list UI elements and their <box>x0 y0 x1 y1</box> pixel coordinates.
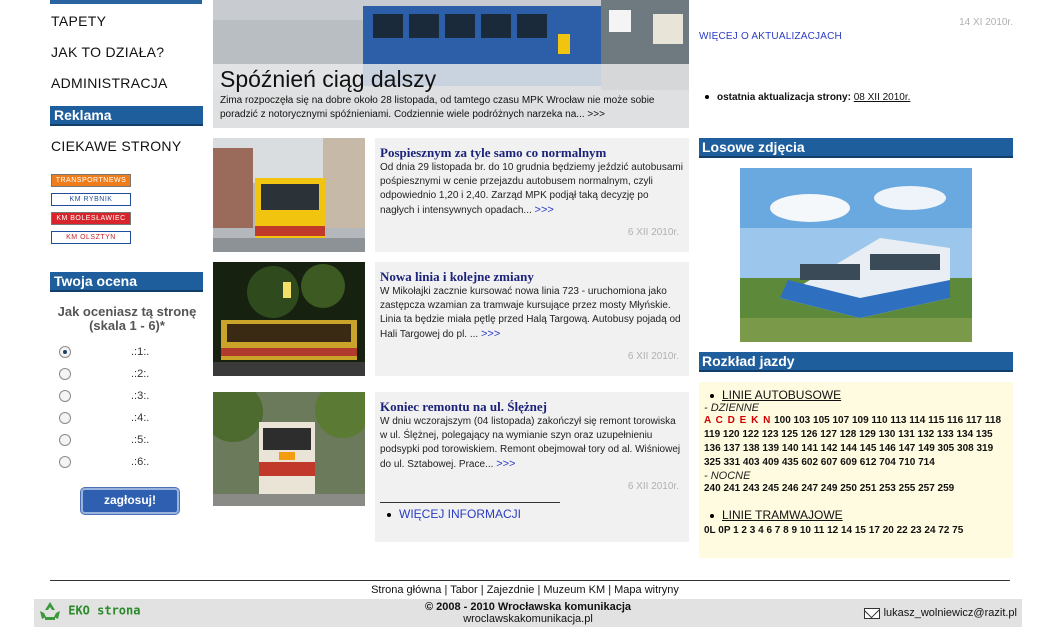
photo-tram-street <box>213 392 365 506</box>
top-accent-bar <box>50 0 202 4</box>
update-date: 14 XI 2010r. <box>959 17 1013 28</box>
news-date: 6 XII 2010r. <box>627 351 679 362</box>
rating-question: Jak oceniasz tą stronę (skala 1 - 6)* <box>57 304 197 333</box>
footer-link-muzeum[interactable]: Muzeum KM <box>543 584 605 596</box>
more-info-box: WIĘCEJ INFORMACJI <box>375 500 689 542</box>
photo-modern-tram <box>740 168 972 342</box>
rating-option-2[interactable]: .:2:. <box>59 368 199 382</box>
bullet-icon <box>387 512 391 517</box>
rating-option-1[interactable]: .:1:. <box>59 346 199 360</box>
more-info-item: WIĘCEJ INFORMACJI <box>387 507 521 521</box>
footer-divider <box>50 580 1010 581</box>
timetable-box: LINIE AUTOBUSOWE - DZIENNE A C D E K N 1… <box>699 382 1013 558</box>
radio-button[interactable] <box>59 456 71 468</box>
news-thumbnail[interactable] <box>213 138 365 252</box>
contact-email[interactable]: lukasz_wolniewicz@razit.pl <box>863 607 1017 619</box>
footer-nav: Strona główna | Tabor | Zajezdnie | Muze… <box>371 584 679 596</box>
menu-item-administracja[interactable]: ADMINISTRACJA <box>51 75 168 91</box>
envelope-icon <box>863 607 880 619</box>
hero-title[interactable]: Spóźnień ciąg dalszy <box>220 64 682 94</box>
footer-link-tabor[interactable]: Tabor <box>450 584 478 596</box>
footer-bar: EKO strona © 2008 - 2010 Wrocławska komu… <box>34 599 1022 627</box>
menu-item-tapety[interactable]: TAPETY <box>51 13 106 29</box>
night-lines[interactable]: 240 241 243 245 246 247 249 250 251 253 … <box>704 482 1008 496</box>
day-lines: A C D E K N 100 103 105 107 109 110 113 … <box>704 414 1008 470</box>
read-more-link[interactable]: >>> <box>535 204 554 216</box>
news-title[interactable]: Nowa linia i kolejne zmiany <box>380 269 685 284</box>
bullet-icon <box>705 95 709 100</box>
news-body: Nowa linia i kolejne zmiany W Mikołajki … <box>375 262 689 376</box>
bullet-icon <box>710 514 714 519</box>
news-body: Koniec remontu na ul. Ślężnej W dniu wcz… <box>375 392 689 506</box>
tram-lines[interactable]: 0L 0P 1 2 3 4 6 7 8 9 10 11 12 14 15 17 … <box>704 524 1008 538</box>
tram-lines-item: LINIE TRAMWAJOWE <box>704 508 1008 522</box>
rating-option-6[interactable]: .:6:. <box>59 456 199 470</box>
news-body: Pospiesznym za tyle samo co normalnym Od… <box>375 138 689 252</box>
news-thumbnail[interactable] <box>213 262 365 376</box>
radio-button[interactable] <box>59 434 71 446</box>
footer-link-home[interactable]: Strona główna <box>371 584 441 596</box>
news-text: W Mikołajki zacznie kursować nowa linia … <box>380 286 681 340</box>
last-update-date-link[interactable]: 08 XII 2010r. <box>854 92 911 103</box>
news-title[interactable]: Koniec remontu na ul. Ślężnej <box>380 399 685 414</box>
timetable-heading: Rozkład jazdy <box>699 352 1013 372</box>
menu-item-jak-to-dziala[interactable]: JAK TO DZIAŁA? <box>51 44 164 60</box>
updates-more-link[interactable]: WIĘCEJ O AKTUALIZACJACH <box>699 31 842 42</box>
day-letter-lines[interactable]: A C D E K N <box>704 415 771 426</box>
rating-heading: Twoja ocena <box>50 272 203 292</box>
day-label: - DZIENNE <box>704 402 759 414</box>
read-more-link[interactable]: >>> <box>496 458 515 470</box>
news-item: Koniec remontu na ul. Ślężnej W dniu wcz… <box>213 392 689 506</box>
bullet-icon <box>710 394 714 399</box>
news-item: Pospiesznym za tyle samo co normalnym Od… <box>213 138 689 252</box>
random-photo[interactable] <box>740 168 972 342</box>
footer-link-zajezdnie[interactable]: Zajezdnie <box>487 584 535 596</box>
banner-km-boleslawiec[interactable]: KM BOLESŁAWIEC <box>51 212 131 225</box>
right-sidebar: 14 XI 2010r. WIĘCEJ O AKTUALIZACJACH ost… <box>699 0 1013 560</box>
ads-heading: Reklama <box>50 106 203 126</box>
hero-caption: Spóźnień ciąg dalszy Zima rozpoczęła się… <box>213 64 689 128</box>
more-info-link[interactable]: WIĘCEJ INFORMACJI <box>399 507 521 521</box>
read-more-link[interactable]: >>> <box>481 328 500 340</box>
news-thumbnail[interactable] <box>213 392 365 506</box>
last-update: ostatnia aktualizacja strony: 08 XII 201… <box>705 92 910 103</box>
radio-button[interactable] <box>59 390 71 402</box>
news-text: W dniu wczorajszym (04 listopada) zakońc… <box>380 416 681 470</box>
photo-bus-night <box>213 262 365 376</box>
bus-lines-link[interactable]: LINIE AUTOBUSOWE <box>722 388 841 402</box>
radio-button[interactable] <box>59 412 71 424</box>
news-title[interactable]: Pospiesznym za tyle samo co normalnym <box>380 145 685 160</box>
hero-feature[interactable]: Spóźnień ciąg dalszy Zima rozpoczęła się… <box>213 0 689 128</box>
news-date: 6 XII 2010r. <box>627 227 679 238</box>
news-date: 6 XII 2010r. <box>627 481 679 492</box>
bus-lines-item: LINIE AUTOBUSOWE <box>704 388 1008 402</box>
rating-option-4[interactable]: .:4:. <box>59 412 199 426</box>
rating-option-3[interactable]: .:3:. <box>59 390 199 404</box>
banner-km-rybnik[interactable]: KM RYBNIK <box>51 193 131 206</box>
left-sidebar: TAPETY JAK TO DZIAŁA? ADMINISTRACJA Rekl… <box>50 0 205 560</box>
rating-option-5[interactable]: .:5:. <box>59 434 199 448</box>
banner-km-olsztyn[interactable]: KM OLSZTYN <box>51 231 131 244</box>
hero-text: Zima rozpoczęła się na dobre około 28 li… <box>220 95 655 120</box>
news-item: Nowa linia i kolejne zmiany W Mikołajki … <box>213 262 689 376</box>
photo-bus-city <box>213 138 365 252</box>
night-label: - NOCNE <box>704 470 751 482</box>
radio-button-selected[interactable] <box>59 346 71 358</box>
banner-transportnews[interactable]: TRANSPORTNEWS <box>51 174 131 187</box>
news-text: Od dnia 29 listopada br. do 10 grudnia b… <box>380 162 683 216</box>
radio-button[interactable] <box>59 368 71 380</box>
footer-link-sitemap[interactable]: Mapa witryny <box>614 584 679 596</box>
vote-button[interactable]: zagłosuj! <box>81 488 179 514</box>
tram-lines-link[interactable]: LINIE TRAMWAJOWE <box>722 508 843 522</box>
page: TAPETY JAK TO DZIAŁA? ADMINISTRACJA Rekl… <box>0 0 1050 635</box>
divider <box>380 502 560 503</box>
random-photos-heading: Losowe zdjęcia <box>699 138 1013 158</box>
menu-item-ciekawe-strony[interactable]: CIEKAWE STRONY <box>51 138 181 154</box>
